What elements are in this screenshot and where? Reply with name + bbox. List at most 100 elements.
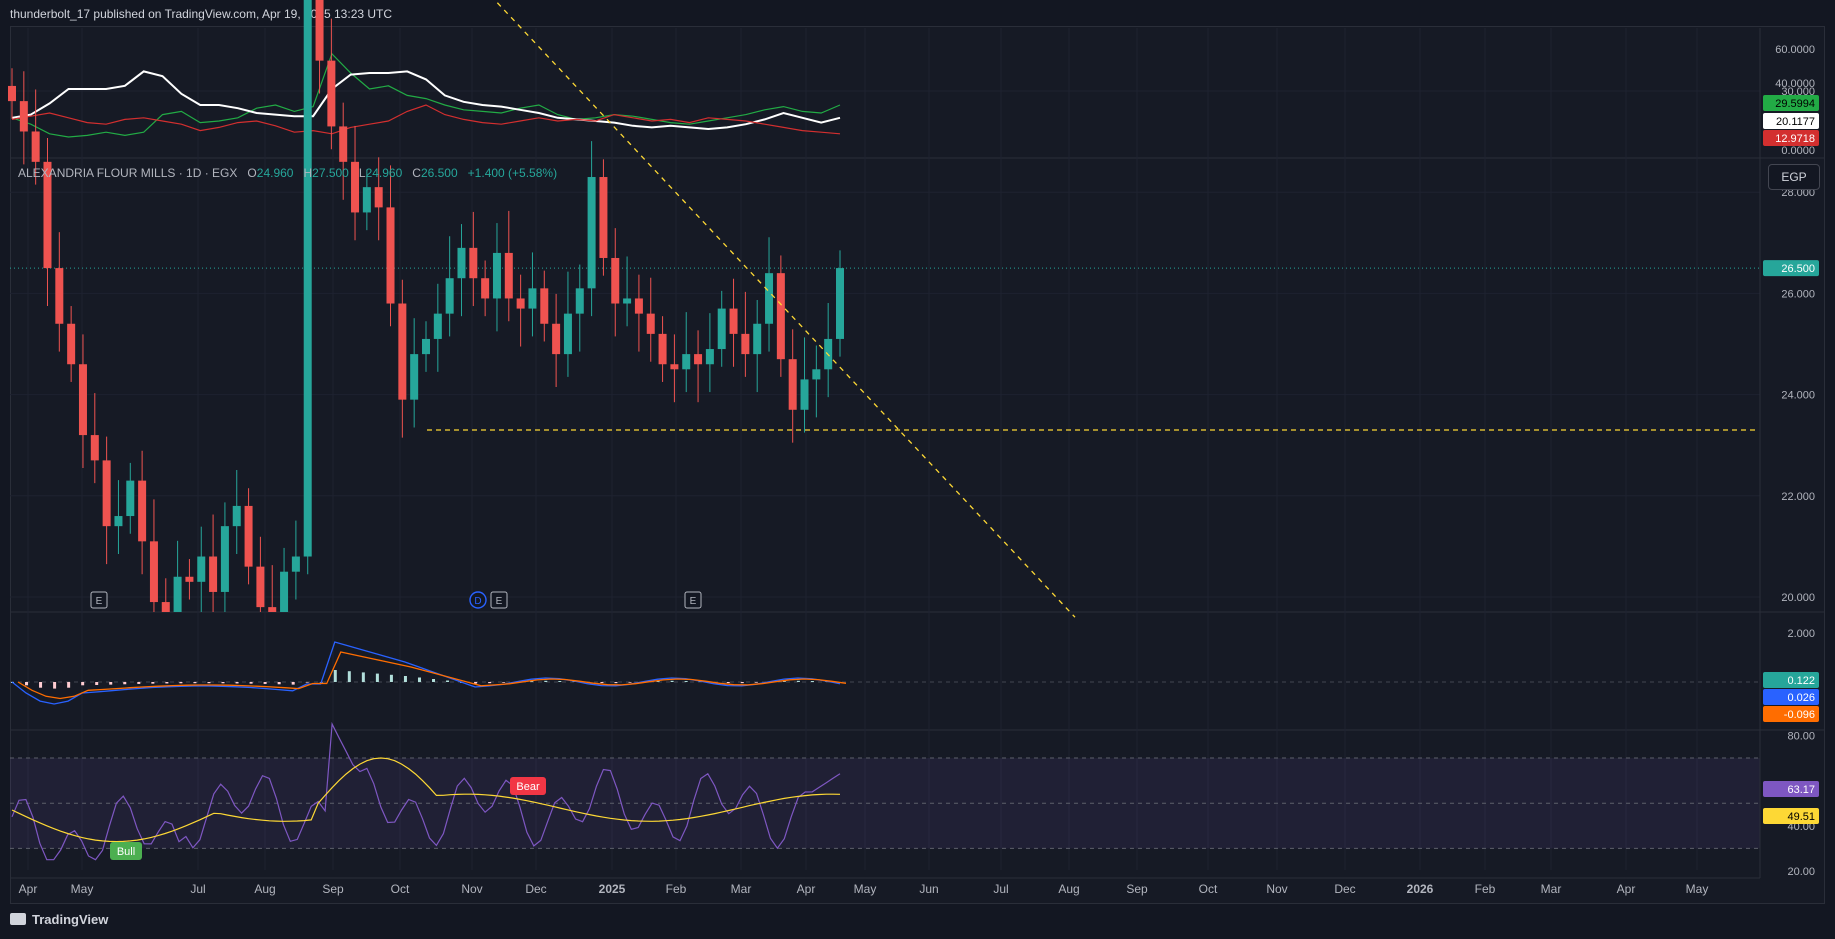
earnings-marker-label: E [96, 596, 103, 607]
candle-body [587, 177, 596, 289]
macd-histogram-bar [726, 682, 730, 684]
tradingview-icon [10, 913, 26, 925]
candle-body [788, 359, 797, 410]
candle-body [741, 333, 750, 355]
candle-body [268, 607, 277, 612]
candle-body [836, 268, 844, 339]
price-tick: 20.000 [1781, 592, 1815, 604]
candle-body [516, 298, 525, 309]
change-value: +1.400 (+5.58%) [467, 166, 558, 180]
currency-button[interactable]: EGP [1768, 164, 1820, 190]
candle-body [280, 571, 289, 612]
time-tick-label: Oct [1199, 882, 1218, 896]
open-value: 24.960 [256, 166, 294, 180]
bull-label: Bull [117, 846, 135, 858]
macd-histogram-bar [109, 682, 113, 685]
candle-body [445, 278, 454, 314]
candle-body [138, 480, 147, 542]
close-value: 26.500 [420, 166, 458, 180]
adx-line [11, 70, 841, 131]
price-pane: EDEE [8, 0, 1760, 618]
dmi-tick: 0.0000 [1781, 145, 1815, 157]
candle-body [209, 556, 218, 592]
open-label: O [247, 166, 257, 180]
macd-histogram-bar [375, 673, 379, 682]
macd-histogram-bar [123, 682, 127, 685]
candle-body [469, 247, 478, 279]
candle-body [19, 101, 28, 132]
rsi-last-rsi-value: 63.17 [1787, 784, 1815, 796]
time-tick-label: 2025 [599, 882, 626, 896]
time-tick-label: Jul [190, 882, 205, 896]
candle-body [717, 308, 726, 350]
candle-body [658, 333, 667, 365]
candle-body [623, 298, 632, 304]
macd-histogram-bar [305, 682, 309, 683]
earnings-marker-label: E [496, 596, 503, 607]
candle-body [8, 85, 16, 102]
time-tick-label: Apr [797, 882, 816, 896]
candle-body [457, 247, 466, 279]
time-tick-label: Apr [19, 882, 38, 896]
macd-last-signal-value: -0.096 [1784, 709, 1815, 721]
time-tick-label: Dec [1334, 882, 1355, 896]
dmi-last-white-value: 20.1177 [1776, 116, 1815, 128]
time-tick-label: May [71, 882, 94, 896]
time-tick-label: Nov [1266, 882, 1287, 896]
candle-body [232, 505, 241, 527]
candle-body [812, 369, 821, 380]
brand-name: TradingView [32, 912, 109, 927]
candle-body [563, 313, 572, 355]
candle-body [410, 354, 419, 400]
tradingview-logo[interactable]: TradingView [10, 912, 108, 927]
macd-histogram-bar [249, 682, 253, 684]
macd-histogram-bar [165, 682, 169, 684]
macd-histogram-bar [558, 681, 562, 682]
low-label: L [358, 166, 366, 180]
candle-body [575, 288, 584, 314]
candle-body [244, 505, 253, 567]
time-tick-label: May [1686, 882, 1709, 896]
macd-histogram-bar [235, 682, 239, 684]
candle-body [765, 273, 774, 324]
high-label: H [303, 166, 313, 180]
candle-body [753, 323, 762, 355]
macd-histogram-bar [614, 682, 618, 684]
macd-histogram-bar [95, 682, 99, 685]
time-tick-label: May [854, 882, 877, 896]
candle-body [682, 354, 691, 370]
earnings-marker-label: E [690, 596, 697, 607]
price-tick: 22.000 [1781, 491, 1815, 503]
macd-histogram-bar [137, 682, 141, 684]
dividend-marker-label: D [474, 596, 481, 607]
candle-body [220, 526, 229, 592]
time-tick-label: Dec [525, 882, 546, 896]
time-tick-label: Apr [1617, 882, 1636, 896]
macd-histogram-bar [544, 680, 548, 682]
macd-histogram-bar [347, 671, 351, 682]
rsi-last-ma-value: 49.51 [1787, 811, 1815, 823]
candle-body [149, 541, 158, 603]
chart-canvas[interactable]: EDEE BullBear 60.000040.00000.000029.599… [0, 0, 1835, 939]
time-axis[interactable]: Apr May Jul Aug Sep Oct Nov Dec 2025 Feb Mar Apr May… [10, 877, 1760, 896]
descending-trendline [493, 0, 1076, 618]
macd-histogram-bar [684, 681, 688, 682]
macd-histogram-bar [628, 682, 632, 683]
macd-histogram-bar [207, 682, 211, 684]
time-tick-label: Aug [254, 882, 275, 896]
macd-histogram-bar [81, 682, 85, 686]
candle-body [291, 556, 300, 572]
price-axis[interactable]: 60.000040.00000.000029.599420.117712.971… [1759, 0, 1819, 878]
candle-body [776, 273, 785, 360]
candle-body [126, 480, 135, 517]
time-tick-label: Sep [322, 882, 344, 896]
macd-histogram-bar [193, 682, 197, 684]
candle-body [599, 177, 608, 258]
candle-body [540, 288, 549, 324]
candle-body [362, 187, 371, 213]
macd-histogram-bar [432, 679, 436, 682]
time-tick-label: Mar [1541, 882, 1562, 896]
macd-histogram-bar [488, 682, 492, 684]
grid [10, 28, 1825, 870]
last-price-value: 26.500 [1781, 263, 1815, 275]
